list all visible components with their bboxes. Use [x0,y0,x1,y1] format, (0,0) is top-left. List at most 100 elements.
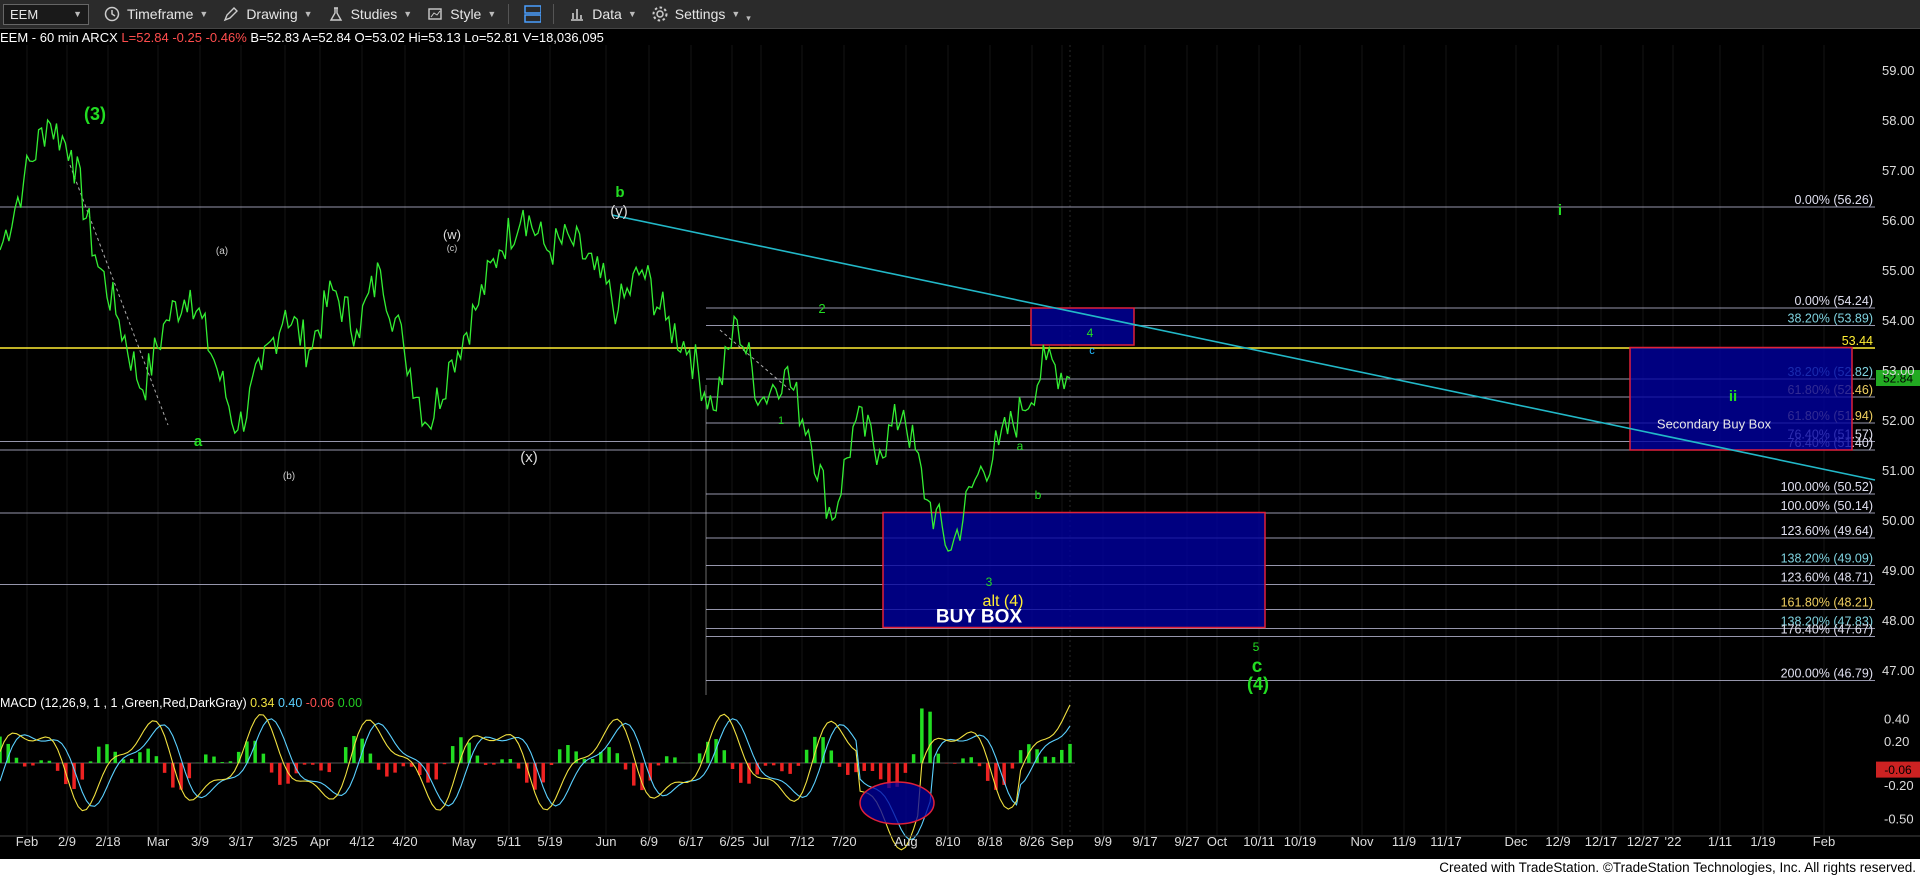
fib-level-label: 76.40% (51.57) [1788,428,1873,442]
zero-line-value: 0.00 [337,696,363,710]
target-box [1629,346,1853,451]
histogram-value: -0.06 [305,696,335,710]
date-tick-label: May [452,834,477,849]
fib-level-label: 0.00% (54.24) [1794,294,1873,308]
data-menu[interactable]: Data ▼ [568,5,637,23]
wave-label: (3) [84,104,106,124]
chevron-down-icon: ▼ [199,9,209,19]
timeframe-menu[interactable]: Timeframe ▼ [103,5,208,23]
toolbar-divider [508,4,510,24]
macd-current-value: -0.06 [1884,763,1912,777]
date-tick-label: 8/26 [1019,834,1044,849]
macd-line [0,704,1071,851]
date-tick-label: Sep [1050,834,1073,849]
fib-level-label: 38.20% (53.89) [1788,312,1873,326]
date-tick-label: 12/27 [1627,834,1660,849]
price-chart[interactable]: 0.00% (56.26) 0.00% (54.24) 38.20% (53.89)… [0,0,1920,877]
date-tick-label: 5/19 [537,834,562,849]
wave-label: c [1089,345,1095,357]
date-tick-label: 5/11 [497,834,521,849]
fibonacci-levels: 0.00% (56.26) 0.00% (54.24) 38.20% (53.89)… [0,193,1875,681]
settings-menu[interactable]: Settings ▼ ▾ [651,5,751,24]
date-tick-label: 1/19 [1750,834,1775,849]
wave-label: 2 [818,301,825,316]
studies-label: Studies [350,6,398,22]
symbol-value: EEM [10,6,39,22]
macd-tick-label: -0.20 [1884,778,1914,793]
layout-button[interactable] [523,5,542,23]
settings-label: Settings [674,6,726,22]
macd-value: 0.34 [250,696,275,710]
chart-style-icon [426,5,444,23]
fib-level-label: 123.60% (48.71) [1781,571,1873,585]
date-tick-label: 1/11 [1708,834,1732,849]
footer-credit: Created with TradeStation. ©TradeStation… [0,859,1920,877]
wave-label: ii [1729,388,1737,405]
wave-label: (x) [520,449,538,466]
macd-panel: 0.40 0.20 -0.20 -0.50 -0.06 [0,704,1920,851]
macd-current-tag [1876,761,1920,778]
price-tick-label: 50.00 [1882,513,1915,528]
date-tick-label: 8/18 [977,834,1002,849]
chevron-down-icon: ▼ [731,9,741,19]
date-tick-label: Mar [147,834,170,849]
wave-label: i [1558,202,1562,219]
buy-box-label: BUY BOX [936,607,1023,628]
trendline [611,214,1876,481]
fib-level-label: 138.20% (49.09) [1781,552,1873,566]
macd-tick-label: 0.40 [1884,712,1909,727]
date-tick-label: '22 [1665,834,1682,849]
drawing-menu[interactable]: Drawing ▼ [222,5,313,23]
symbol-interval: EEM - 60 min ARCX [0,30,118,45]
overflow-caret-icon: ▾ [746,12,751,23]
target-box [882,511,1266,629]
wave-label: (a) [216,246,228,257]
date-tick-label: 8/10 [935,834,960,849]
style-menu[interactable]: Style ▼ [426,5,496,23]
macd-params: MACD (12,26,9, 1 , 1 ,Green,Red,DarkGray… [0,696,247,710]
date-tick-label: 12/17 [1585,834,1618,849]
wave-label: alt (4) [983,593,1024,610]
studies-menu[interactable]: Studies ▼ [327,5,413,23]
fib-level-label: 200.00% (46.79) [1781,667,1873,681]
price-tick-label: 57.00 [1882,163,1915,178]
symbol-info-line: EEM - 60 min ARCX L=52.84 -0.25 -0.46% B… [0,30,604,45]
symbol-selector[interactable]: EEM ▼ [3,3,89,25]
date-tick-label: Feb [16,834,38,849]
wave-label: c [1252,656,1263,677]
fib-level-label: 161.80% (48.21) [1781,596,1873,610]
date-tick-label: 2/9 [58,834,76,849]
chevron-down-icon: ▼ [303,9,313,19]
date-tick-label: 9/27 [1174,834,1199,849]
drawing-label: Drawing [246,6,298,22]
price-tick-label: 51.00 [1882,463,1915,478]
date-tick-label: 3/17 [228,834,253,849]
macd-highlight-ellipse [859,781,935,825]
style-label: Style [450,6,482,22]
chevron-down-icon: ▼ [73,9,82,19]
wave-label: (b) [283,471,295,482]
gear-icon [651,5,669,23]
date-tick-label: 4/12 [349,834,374,849]
fib-level-label: 123.60% (49.64) [1781,524,1873,538]
price-tick-label: 56.00 [1882,213,1915,228]
clock-icon [103,5,121,23]
wave-label: 5 [1253,640,1260,654]
chevron-down-icon: ▼ [487,9,497,19]
price-axis: 59.00 58.00 57.00 56.00 55.00 54.00 53.00 52.00… [1882,63,1915,678]
date-tick-label: Jun [596,834,617,849]
layout-icon [523,5,542,23]
date-tick-label: 11/9 [1392,834,1416,849]
wave-label: 3 [986,575,993,589]
price-tick-label: 59.00 [1882,63,1915,78]
price-tick-label: 53.00 [1882,363,1915,378]
wave-label: (c) [447,243,458,253]
date-tick-label: Dec [1504,834,1528,849]
date-tick-label: 11/17 [1430,834,1462,849]
macd-tick-label: -0.50 [1884,811,1914,826]
vertical-gridlines [26,45,1825,835]
chevron-down-icon: ▼ [403,9,413,19]
date-tick-label: 6/25 [719,834,744,849]
date-tick-label: 9/17 [1132,834,1157,849]
macd-signal-line [0,718,1071,841]
